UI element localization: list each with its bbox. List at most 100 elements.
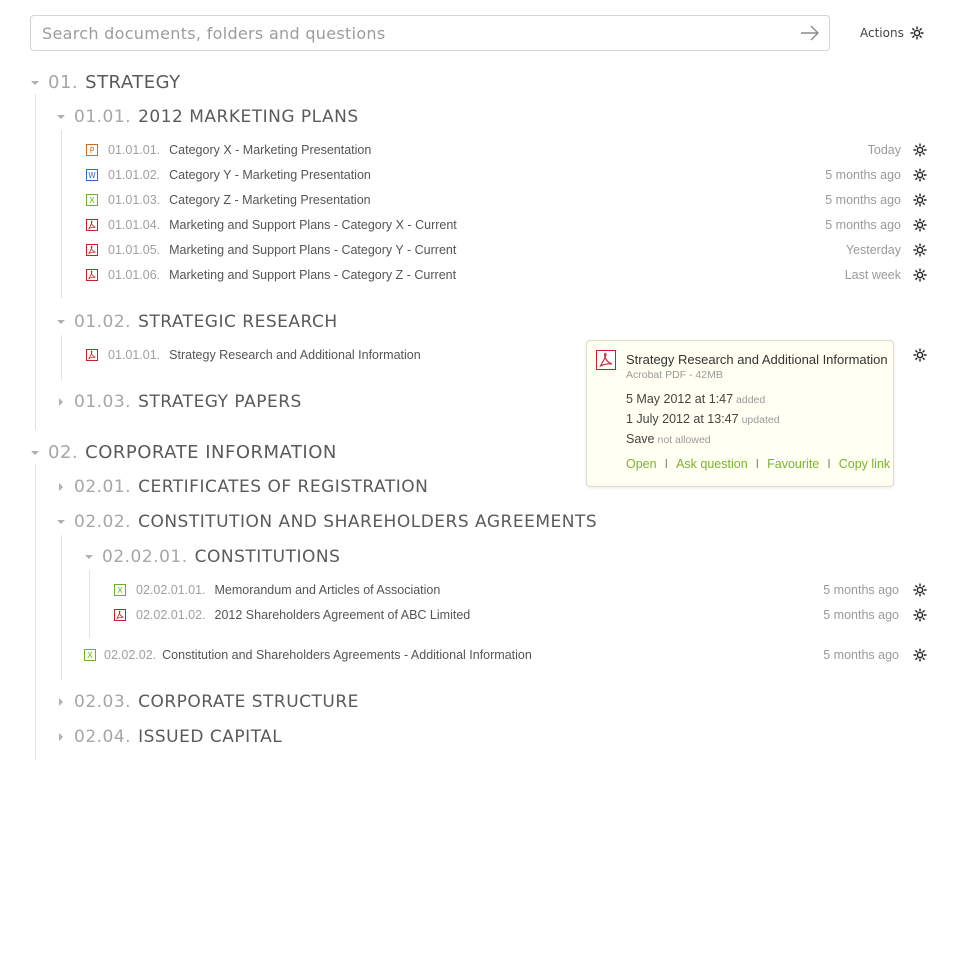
link-separator: I — [755, 457, 760, 471]
document-date: Today — [867, 143, 901, 157]
favourite-link[interactable]: Favourite — [767, 457, 819, 471]
pdf-file-icon — [86, 219, 98, 231]
popup-links: Open I Ask question I Favourite I Copy l… — [626, 457, 890, 471]
document-date: 5 months ago — [823, 648, 899, 662]
document-date: 5 months ago — [825, 218, 901, 232]
document-row[interactable]: 02.02.01.02. 2012 Shareholders Agreement… — [114, 608, 470, 622]
document-row[interactable]: 01.01.06. Marketing and Support Plans - … — [86, 268, 456, 282]
folder-heading[interactable]: 01.02. STRATEGIC RESEARCH — [56, 312, 338, 332]
gear-icon[interactable] — [913, 268, 927, 282]
actions-label: Actions — [860, 26, 904, 40]
tree-line — [35, 464, 36, 760]
folder-heading[interactable]: 01.03. STRATEGY PAPERS — [56, 392, 302, 412]
folder-heading[interactable]: 02.04. ISSUED CAPITAL — [56, 727, 282, 747]
link-separator: I — [664, 457, 669, 471]
document-date: 5 months ago — [823, 583, 899, 597]
gear-icon[interactable] — [913, 243, 927, 257]
section-number: 01. — [48, 72, 79, 93]
section-heading[interactable]: 01. STRATEGY — [30, 72, 181, 93]
ask-question-link[interactable]: Ask question — [676, 457, 748, 471]
folder-number: 01.01. — [74, 107, 132, 127]
document-name: Constitution and Shareholders Agreements… — [162, 648, 532, 662]
document-number: 01.01.01. — [108, 143, 161, 157]
gear-icon[interactable] — [913, 648, 927, 662]
document-name: Category X - Marketing Presentation — [169, 143, 372, 157]
caret-right-icon — [56, 697, 66, 707]
document-row[interactable]: 01.01.04. Marketing and Support Plans - … — [86, 218, 457, 232]
document-name: Strategy Research and Additional Informa… — [169, 348, 421, 362]
folder-heading[interactable]: 01.01. 2012 MARKETING PLANS — [56, 107, 359, 127]
caret-down-icon — [56, 317, 66, 327]
document-row[interactable]: 01.01.02. Category Y - Marketing Present… — [86, 168, 371, 182]
pdf-file-icon — [86, 269, 98, 281]
caret-right-icon — [56, 482, 66, 492]
folder-title: CERTIFICATES OF REGISTRATION — [138, 477, 429, 497]
tree-line — [89, 570, 90, 638]
gear-icon[interactable] — [913, 193, 927, 207]
section-heading[interactable]: 02. CORPORATE INFORMATION — [30, 442, 337, 463]
folder-title: CONSTITUTIONS — [194, 547, 341, 567]
folder-heading[interactable]: 02.03. CORPORATE STRUCTURE — [56, 692, 359, 712]
document-row[interactable]: 02.02.02. Constitution and Shareholders … — [84, 648, 532, 662]
document-row[interactable]: 01.01.03. Category Z - Marketing Present… — [86, 193, 371, 207]
document-row[interactable]: 01.01.01. Category X - Marketing Present… — [86, 143, 371, 157]
folder-number: 02.03. — [74, 692, 132, 712]
folder-number: 02.02.01. — [102, 547, 188, 567]
folder-title: 2012 MARKETING PLANS — [138, 107, 359, 127]
caret-down-icon — [84, 552, 94, 562]
excel-file-icon — [114, 584, 126, 596]
save-status: not allowed — [657, 434, 711, 446]
document-info-popup: Strategy Research and Additional Informa… — [586, 340, 894, 487]
gear-icon[interactable] — [913, 608, 927, 622]
document-number: 01.01.05. — [108, 243, 161, 257]
arrow-right-icon[interactable] — [800, 25, 820, 41]
tree-line — [61, 535, 62, 680]
pdf-file-icon — [114, 609, 126, 621]
caret-down-icon — [56, 517, 66, 527]
popup-updated-row: 1 July 2012 at 13:47 updated — [626, 412, 780, 426]
folder-heading[interactable]: 02.02. CONSTITUTION AND SHAREHOLDERS AGR… — [56, 512, 597, 532]
folder-number: 01.02. — [74, 312, 132, 332]
document-name: Marketing and Support Plans - Category Y… — [169, 243, 457, 257]
open-link[interactable]: Open — [626, 457, 657, 471]
popup-save-row: Save not allowed — [626, 432, 711, 446]
save-label: Save — [626, 432, 655, 446]
popup-added-row: 5 May 2012 at 1:47 added — [626, 392, 765, 406]
document-number: 01.01.02. — [108, 168, 161, 182]
gear-icon[interactable] — [913, 168, 927, 182]
document-name: Marketing and Support Plans - Category X… — [169, 218, 457, 232]
gear-icon[interactable] — [913, 348, 927, 362]
section-number: 02. — [48, 442, 79, 463]
actions-menu[interactable]: Actions — [860, 26, 924, 40]
pdf-file-icon — [86, 244, 98, 256]
document-date: 5 months ago — [823, 608, 899, 622]
gear-icon[interactable] — [913, 143, 927, 157]
document-row[interactable]: 01.01.01. Strategy Research and Addition… — [86, 348, 421, 362]
folder-title: ISSUED CAPITAL — [138, 727, 283, 747]
copy-link-link[interactable]: Copy link — [839, 457, 890, 471]
folder-title: STRATEGIC RESEARCH — [138, 312, 338, 332]
folder-title: CONSTITUTION AND SHAREHOLDERS AGREEMENTS — [138, 512, 598, 532]
gear-icon[interactable] — [913, 218, 927, 232]
ppt-file-icon — [86, 144, 98, 156]
document-number: 02.02.01.02. — [136, 608, 206, 622]
caret-right-icon — [56, 397, 66, 407]
updated-date: 1 July 2012 at 13:47 — [626, 412, 739, 426]
document-date: 5 months ago — [825, 168, 901, 182]
document-row[interactable]: 02.02.01.01. Memorandum and Articles of … — [114, 583, 440, 597]
word-file-icon — [86, 169, 98, 181]
tree-line — [61, 335, 62, 380]
section-title: CORPORATE INFORMATION — [85, 442, 337, 463]
document-name: Category Z - Marketing Presentation — [169, 193, 371, 207]
folder-heading[interactable]: 02.02.01. CONSTITUTIONS — [84, 547, 340, 567]
folder-number: 02.01. — [74, 477, 132, 497]
added-label: added — [736, 394, 766, 406]
search-input[interactable] — [42, 16, 782, 50]
folder-heading[interactable]: 02.01. CERTIFICATES OF REGISTRATION — [56, 477, 428, 497]
document-number: 02.02.02. — [104, 648, 157, 662]
gear-icon[interactable] — [913, 583, 927, 597]
document-date: Yesterday — [845, 243, 901, 257]
caret-right-icon — [56, 732, 66, 742]
caret-down-icon — [56, 112, 66, 122]
document-row[interactable]: 01.01.05. Marketing and Support Plans - … — [86, 243, 456, 257]
